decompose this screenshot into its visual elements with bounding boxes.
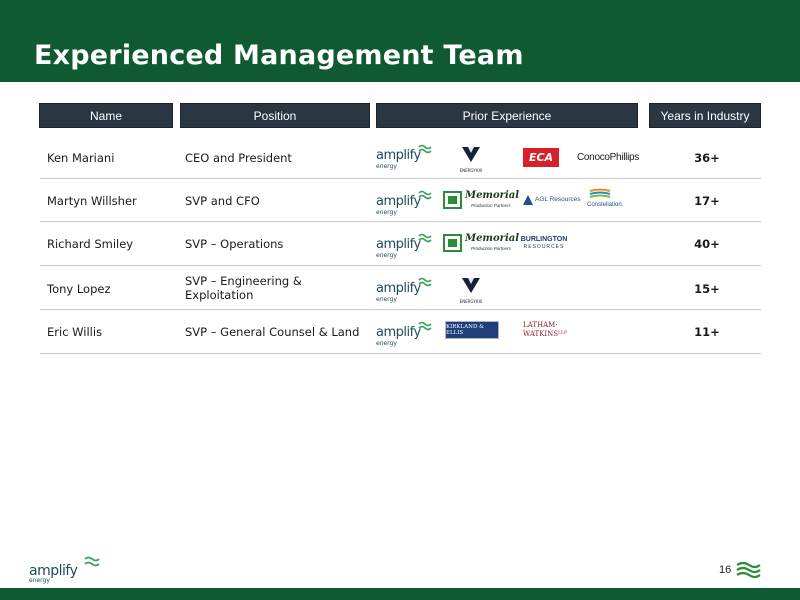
latham-watkins-logo: LATHAM· WATKINSᴸᴸᴾ: [523, 321, 571, 343]
logo-text: ConocoPhillips: [577, 152, 639, 163]
wave-icon: [418, 190, 432, 200]
logo-text: WATKINSᴸᴸᴾ: [523, 330, 567, 338]
wave-icon: [736, 561, 761, 579]
logo-text: energy: [376, 340, 397, 347]
position-line: Exploitation: [185, 288, 254, 302]
kirkland-ellis-logo: KIRKLAND & ELLIS: [445, 321, 499, 339]
energy-xxi-mark-icon: [462, 278, 480, 293]
header-position: Position: [180, 103, 370, 128]
logo-text: amplify: [376, 281, 421, 296]
memorial-mark-icon: [443, 191, 462, 209]
table-row: Eric Willis SVP – General Counsel & Land…: [40, 310, 761, 354]
energy-xxi-logo: ENERGYXXI: [459, 277, 483, 304]
header-years-in-industry: Years in Industry: [649, 103, 761, 128]
constellation-mark-icon: [589, 188, 611, 198]
wave-icon: [418, 321, 432, 331]
logo-text: energy: [376, 252, 397, 259]
logo-text: ENERGYXXI: [459, 299, 483, 304]
wave-icon: [418, 277, 432, 287]
logo-text: amplify: [376, 237, 421, 252]
position-cell: SVP – General Counsel & Land: [185, 325, 360, 339]
name-cell: Eric Willis: [47, 325, 103, 339]
amplify-energy-logo: amplify energy: [376, 233, 432, 259]
logo-text: Production Partners: [471, 203, 511, 208]
wave-icon: [418, 144, 432, 154]
memorial-mark-icon: [443, 234, 462, 252]
amplify-energy-logo: amplify energy: [376, 321, 432, 347]
wave-icon: [84, 556, 100, 567]
logo-text: amplify: [376, 325, 421, 340]
amplify-energy-logo: amplify energy: [376, 277, 432, 303]
logo-text: ECA: [528, 151, 554, 164]
logo-text: Memorial: [465, 190, 520, 201]
logo-text: energy: [376, 163, 397, 170]
years-cell: 11+: [694, 325, 720, 339]
years-cell: 36+: [694, 151, 720, 165]
header-name: Name: [39, 103, 173, 128]
name-cell: Martyn Willsher: [47, 194, 137, 208]
logo-text: AGL Resources: [535, 196, 581, 203]
table-row: Tony Lopez SVP – Engineering & Exploitat…: [40, 266, 761, 310]
table-row: Richard Smiley SVP – Operations 40+ ampl…: [40, 222, 761, 266]
constellation-logo: Constellation.: [587, 188, 631, 214]
position-cell: SVP – Operations: [185, 237, 284, 251]
position-cell: CEO and President: [185, 151, 292, 165]
energy-xxi-logo: ENERGYXXI: [459, 146, 483, 173]
conocophillips-logo: ConocoPhillips: [577, 152, 639, 163]
eca-logo: ECA: [523, 148, 559, 167]
agl-mark-icon: [523, 195, 533, 205]
title-bar: Experienced Management Team: [0, 0, 800, 82]
amplify-energy-logo: amplify energy: [376, 144, 432, 170]
wave-icon: [418, 233, 432, 243]
position-cell: SVP – Engineering & Exploitation: [185, 274, 302, 302]
position-line: SVP – Engineering &: [185, 274, 302, 288]
logo-text: amplify: [376, 194, 421, 209]
years-cell: 15+: [694, 282, 720, 296]
logo-text: LATHAM·: [523, 321, 558, 329]
logo-text: energy: [376, 209, 397, 216]
logo-text: Production Partners: [471, 246, 511, 251]
footer-bar: [0, 588, 800, 600]
burlington-resources-logo: BURLINGTON RESOURCES: [519, 236, 569, 252]
name-cell: Ken Mariani: [47, 151, 115, 165]
memorial-production-partners-logo: Memorial Production Partners: [443, 233, 519, 255]
memorial-production-partners-logo: Memorial Production Partners: [443, 190, 519, 212]
logo-text: Constellation.: [587, 202, 624, 208]
name-cell: Tony Lopez: [47, 282, 111, 296]
logo-text: energy: [376, 296, 397, 303]
logo-text: Memorial: [465, 233, 520, 244]
logo-text: KIRKLAND & ELLIS: [446, 324, 485, 336]
header-prior-experience: Prior Experience: [376, 103, 638, 128]
amplify-energy-footer-logo: amplify energy: [29, 556, 100, 584]
agl-resources-logo: AGL Resources: [523, 194, 581, 208]
energy-xxi-mark-icon: [462, 147, 480, 162]
table-row: Martyn Willsher SVP and CFO 17+ amplify …: [40, 179, 761, 222]
logo-text: amplify: [376, 148, 421, 163]
table-row: Ken Mariani CEO and President 36+ amplif…: [40, 136, 761, 179]
logo-text: BURLINGTON: [520, 236, 568, 243]
years-cell: 17+: [694, 194, 720, 208]
years-cell: 40+: [694, 237, 720, 251]
position-cell: SVP and CFO: [185, 194, 260, 208]
amplify-energy-logo: amplify energy: [376, 190, 432, 216]
logo-text: ENERGYXXI: [459, 168, 483, 173]
logo-text: energy: [29, 577, 50, 584]
page-number: 16: [719, 564, 732, 576]
name-cell: Richard Smiley: [47, 237, 134, 251]
logo-text: RESOURCES: [523, 244, 565, 250]
page-title: Experienced Management Team: [34, 40, 524, 71]
